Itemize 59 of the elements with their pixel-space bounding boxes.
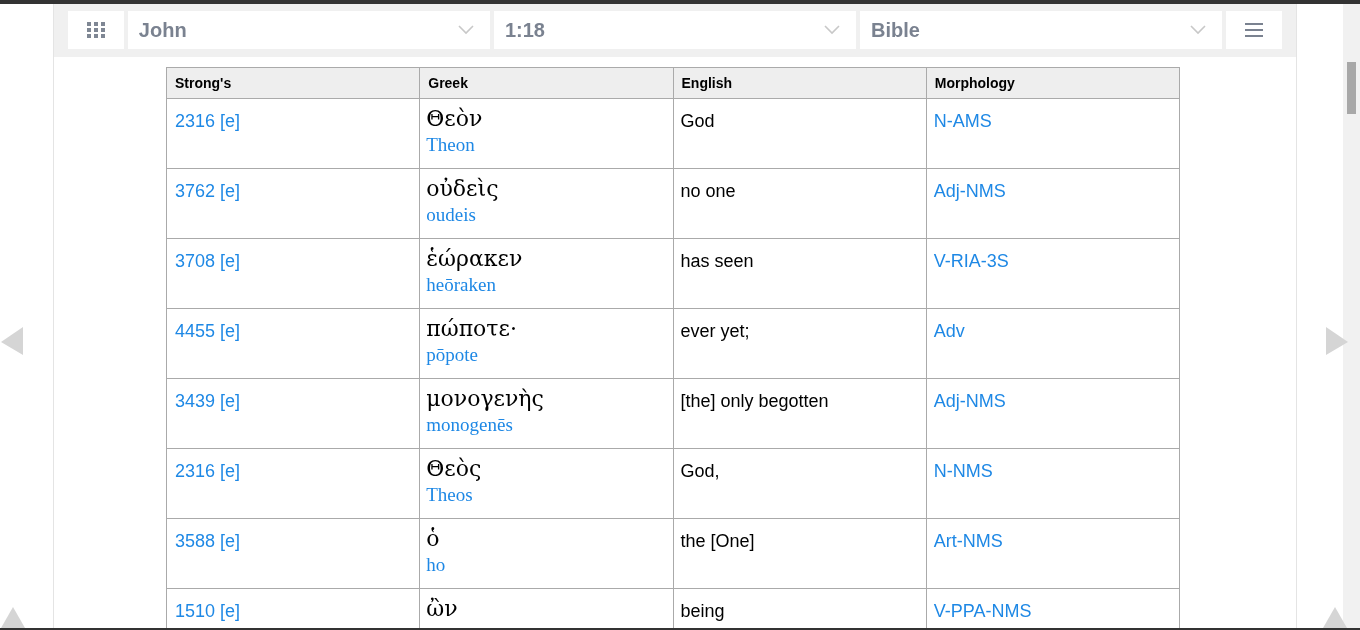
strongs-link[interactable]: 2316 [e] [175,111,241,131]
greek-word: Θεὸν [426,105,484,133]
strongs-link[interactable]: 3588 [e] [175,531,241,551]
grid-icon [86,21,105,38]
english-gloss: God [680,111,715,131]
english-gloss: being [680,601,725,621]
morphology-link[interactable]: Adv [933,321,965,341]
strongs-link[interactable]: 3439 [e] [175,391,241,411]
english-gloss: [the] only begotten [680,391,829,411]
greek-word: ἑώρακεν [426,245,524,273]
transliteration-link[interactable]: Theos [426,483,667,507]
scrollbar-thumb[interactable] [1347,62,1356,114]
next-arrow-icon [1325,326,1349,356]
greek-word: ὁ [426,525,441,553]
chevron-down-icon [457,24,474,35]
column-header: Strong's [166,67,420,99]
strongs-link[interactable]: 3708 [e] [175,251,241,271]
dropdown-select[interactable]: Bible [860,10,1223,49]
greek-word: οὐδεὶς [426,175,500,203]
morphology-link[interactable]: V-PPA-NMS [933,601,1032,621]
morphology-link[interactable]: Art-NMS [933,531,1003,551]
strongs-link[interactable]: 2316 [e] [175,461,241,481]
strongs-link[interactable]: 1510 [e] [175,601,241,621]
english-gloss: has seen [680,251,754,271]
transliteration-link[interactable]: monogenēs [426,413,667,437]
previous-arrow-icon [0,326,24,356]
greek-word: ὢν [426,595,459,623]
scroll-up-arrow-icon [1322,606,1348,628]
transliteration-link[interactable]: oudeis [426,203,667,227]
english-gloss: God, [680,461,720,481]
column-header: Greek [419,67,673,99]
scrollbar[interactable] [1343,4,1360,630]
column-header: English [673,67,927,99]
menu-button[interactable] [1226,10,1282,49]
english-gloss: the [One] [680,531,755,551]
chevron-down-icon [824,24,841,35]
transliteration-link[interactable]: heōraken [426,273,667,297]
grid-menu-button[interactable] [68,10,124,49]
morphology-link[interactable]: Adj-NMS [933,391,1006,411]
dropdown-select[interactable]: John [127,10,490,49]
english-gloss: no one [680,181,736,201]
scroll-up-arrow-icon [0,606,26,628]
greek-word: πώποτε· [426,315,518,343]
transliteration-link[interactable]: ho [426,553,667,577]
morphology-link[interactable]: N-AMS [933,111,992,131]
transliteration-link[interactable]: Theon [426,133,667,157]
greek-word: μονογενὴς [426,385,545,413]
transliteration-link[interactable]: pōpote [426,343,667,367]
morphology-link[interactable]: V-RIA-3S [933,251,1009,271]
chevron-down-icon [1190,24,1207,35]
dropdown-select[interactable]: 1:18 [493,10,857,49]
column-header: Morphology [926,67,1180,99]
strongs-link[interactable]: 3762 [e] [175,181,241,201]
morphology-link[interactable]: Adj-NMS [933,181,1006,201]
greek-word: Θεὸς [426,455,483,483]
morphology-link[interactable]: N-NMS [933,461,993,481]
english-gloss: ever yet; [680,321,750,341]
strongs-link[interactable]: 4455 [e] [175,321,241,341]
menu-icon [1244,21,1265,38]
